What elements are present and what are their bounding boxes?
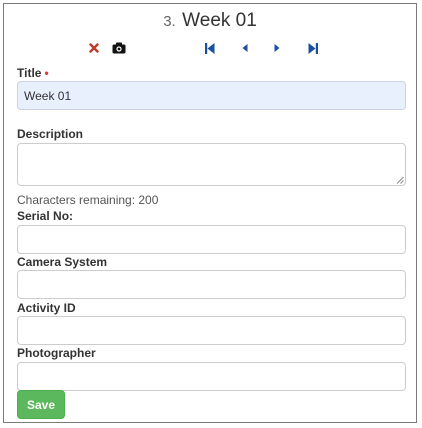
- delete-button[interactable]: [87, 40, 101, 56]
- description-label: Description: [17, 127, 84, 141]
- resize-handle-icon[interactable]: [396, 176, 404, 184]
- camera-icon: [112, 42, 126, 54]
- required-marker: •: [44, 66, 49, 80]
- title-label: Title •: [17, 66, 49, 80]
- skip-last-icon: [308, 42, 318, 54]
- activity-id-input[interactable]: [17, 316, 406, 345]
- title-input[interactable]: [17, 81, 406, 110]
- previous-record-button[interactable]: [239, 40, 251, 56]
- record-title: Week 01: [182, 10, 257, 31]
- first-record-button[interactable]: [203, 40, 217, 56]
- camera-system-label: Camera System: [17, 255, 108, 269]
- page-title: 3. Week 01: [4, 10, 416, 32]
- next-record-button[interactable]: [271, 40, 283, 56]
- last-record-button[interactable]: [306, 40, 320, 56]
- record-number: 3.: [163, 13, 176, 30]
- camera-system-input[interactable]: [17, 270, 406, 299]
- save-button[interactable]: Save: [17, 390, 65, 419]
- description-textarea[interactable]: [17, 143, 406, 186]
- photographer-label: Photographer: [17, 346, 96, 360]
- triangle-right-icon: [274, 44, 280, 52]
- photographer-input[interactable]: [17, 362, 406, 391]
- activity-id-label: Activity ID: [17, 301, 76, 315]
- skip-first-icon: [205, 42, 215, 54]
- serial-no-label: Serial No:: [17, 209, 74, 223]
- record-panel: 3. Week 01 Title • Week 01 Description C…: [3, 3, 417, 423]
- triangle-left-icon: [242, 44, 248, 52]
- camera-button[interactable]: [111, 40, 127, 56]
- close-icon: [89, 43, 99, 53]
- serial-no-input[interactable]: [17, 225, 406, 254]
- characters-remaining: Characters remaining: 200: [17, 193, 159, 207]
